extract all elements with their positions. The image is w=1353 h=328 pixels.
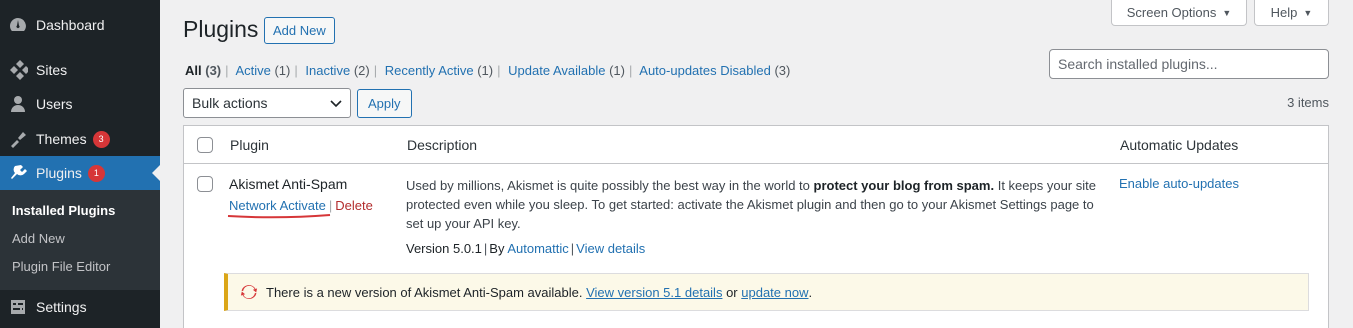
themes-icon (0, 129, 36, 149)
submenu-add-new[interactable]: Add New (0, 225, 160, 253)
sidebar-item-themes[interactable]: Themes 3 (0, 122, 160, 156)
select-all-checkbox[interactable] (197, 137, 213, 153)
plugin-status-filters: All (3) | Active (1) | Inactive (2) | Recen… (185, 63, 791, 78)
table-header: Plugin Description Automatic Updates (184, 126, 1328, 164)
sidebar-item-settings[interactable]: Settings (0, 290, 160, 324)
sidebar-item-dashboard[interactable]: Dashboard (0, 8, 160, 42)
caret-down-icon: ▼ (1222, 7, 1232, 18)
filter-all[interactable]: All (3) (185, 63, 221, 78)
submenu-installed-plugins[interactable]: Installed Plugins (0, 197, 160, 225)
plugin-description: Used by millions, Akismet is quite possi… (406, 178, 1096, 231)
update-icon (240, 285, 258, 299)
delete-link[interactable]: Delete (335, 198, 373, 213)
sidebar-item-users[interactable]: Users (0, 87, 160, 121)
plugins-icon (0, 163, 36, 183)
filter-auto-updates-disabled[interactable]: Auto-updates Disabled (3) (639, 63, 790, 78)
author-link[interactable]: Automattic (507, 241, 568, 256)
themes-update-badge: 3 (92, 130, 110, 148)
column-plugin: Plugin (230, 137, 269, 153)
chevron-down-icon (330, 100, 342, 108)
caret-down-icon: ▼ (1303, 7, 1313, 18)
apply-button[interactable]: Apply (357, 89, 412, 118)
plugins-update-badge: 1 (87, 164, 105, 182)
column-automatic-updates: Automatic Updates (1120, 137, 1239, 153)
submenu-plugin-file-editor[interactable]: Plugin File Editor (0, 253, 160, 281)
plugin-version-line: Version 5.0.1 | By Automattic | View details (406, 241, 646, 256)
column-description: Description (407, 137, 478, 153)
settings-icon (0, 297, 36, 317)
sidebar-item-sites[interactable]: Sites (0, 53, 160, 87)
network-activate-link[interactable]: Network Activate (229, 198, 326, 213)
search-plugins-input[interactable] (1049, 49, 1329, 79)
row-checkbox[interactable] (197, 176, 213, 192)
annotation-underline (227, 214, 331, 219)
filter-update-available[interactable]: Update Available (1) (508, 63, 625, 78)
filter-inactive[interactable]: Inactive (2) (305, 63, 369, 78)
bulk-actions-select[interactable]: Bulk actions (183, 88, 351, 118)
admin-sidebar: Dashboard Sites Users Themes 3 Plugins 1… (0, 0, 160, 328)
add-new-button[interactable]: Add New (264, 17, 335, 44)
users-icon (0, 94, 36, 114)
enable-auto-updates-link[interactable]: Enable auto-updates (1119, 176, 1239, 191)
sidebar-item-plugins[interactable]: Plugins 1 (0, 156, 160, 190)
view-details-link[interactable]: View details (576, 241, 645, 256)
filter-recently-active[interactable]: Recently Active (1) (385, 63, 493, 78)
update-now-link[interactable]: update now (741, 285, 808, 300)
view-version-details-link[interactable]: View version 5.1 details (586, 285, 722, 300)
update-notice: There is a new version of Akismet Anti-S… (224, 273, 1309, 311)
screen-options-button[interactable]: Screen Options ▼ (1111, 0, 1247, 26)
help-button[interactable]: Help ▼ (1254, 0, 1329, 26)
plugin-name: Akismet Anti-Spam (229, 176, 348, 192)
row-actions: Network Activate | Delete (229, 198, 373, 213)
page-title: Plugins (183, 16, 259, 42)
table-row: Akismet Anti-Spam Network Activate | Delet… (184, 165, 1328, 328)
plugins-submenu: Installed Plugins Add New Plugin File Ed… (0, 190, 160, 290)
filter-active[interactable]: Active (1) (235, 63, 290, 78)
items-count: 3 items (1287, 95, 1329, 110)
dashboard-icon (0, 15, 36, 35)
plugins-table: Plugin Description Automatic Updates Aki… (183, 125, 1329, 328)
sites-icon (0, 60, 36, 80)
